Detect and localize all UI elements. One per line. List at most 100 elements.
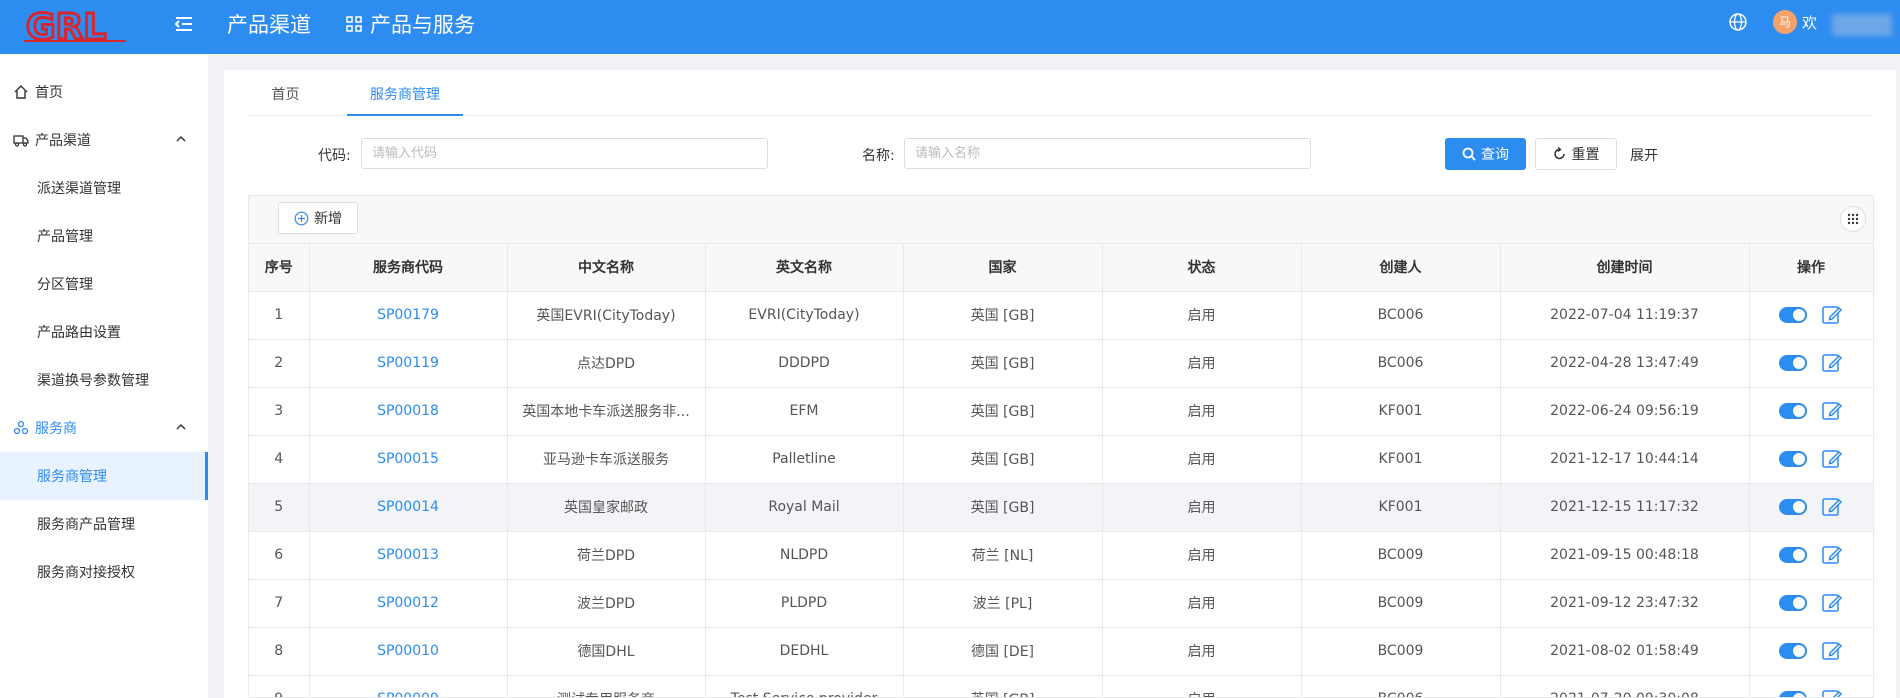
edit-icon[interactable]: [1821, 496, 1843, 518]
cell-code[interactable]: SP00015: [309, 435, 508, 484]
table-row[interactable]: 9SP00009测试专用服务商Test Service provider英国 […: [249, 675, 1873, 698]
status-toggle[interactable]: [1779, 451, 1807, 467]
cell-country: 荷兰 [NL]: [903, 531, 1103, 580]
cell-creator: BC006: [1301, 675, 1501, 697]
sidebar-item-home[interactable]: 首页: [0, 68, 208, 116]
top-nav-products-services[interactable]: 产品与服务: [346, 9, 475, 39]
sidebar-item-channel-number-params[interactable]: 渠道换号参数管理: [0, 356, 208, 404]
sidebar-item-zone-management[interactable]: 分区管理: [0, 260, 208, 308]
table-row[interactable]: 4 SP00015 亚马逊卡车派送服务 Palletline 英国 [GB] 启用 KF00…: [249, 435, 1873, 484]
cell-code[interactable]: SP00012: [309, 579, 508, 628]
cell-english-name: Palletline: [705, 435, 904, 484]
language-globe-icon[interactable]: [1728, 12, 1748, 32]
cell-created-time: 2021-09-12 23:47:32: [1500, 579, 1750, 628]
status-toggle[interactable]: [1779, 547, 1807, 563]
cell-created-time: 2021-08-02 01:58:49: [1500, 627, 1750, 676]
table-row[interactable]: 5 SP00014 英国皇家邮政 Royal Mail 英国 [GB] 启用 KF001 20…: [249, 483, 1873, 532]
status-toggle[interactable]: [1779, 499, 1807, 515]
sidebar: 首页 产品渠道 派送渠道管理 产品管理 分区管理 产品路由设置 渠道换号参数管理…: [0, 54, 208, 698]
cell-code[interactable]: SP00018: [309, 387, 508, 436]
cell-index: 9: [249, 675, 310, 697]
user-avatar[interactable]: 马: [1773, 10, 1797, 34]
sidebar-item-delivery-channel[interactable]: 派送渠道管理: [0, 164, 208, 212]
search-icon: [1462, 147, 1476, 161]
table-row[interactable]: 2 SP00119 点达DPD DDDPD 英国 [GB] 启用 BC006 2022-04-…: [249, 339, 1873, 388]
sidebar-item-label: 分区管理: [37, 277, 93, 293]
name-input[interactable]: [904, 138, 1311, 169]
status-toggle[interactable]: [1779, 643, 1807, 659]
edit-icon[interactable]: [1821, 544, 1843, 566]
sidebar-item-service-provider-products[interactable]: 服务商产品管理: [0, 500, 208, 548]
top-nav-product-channel[interactable]: 产品渠道: [227, 9, 311, 39]
sidebar-item-service-provider-authorization[interactable]: 服务商对接授权: [0, 548, 208, 596]
edit-icon[interactable]: [1821, 688, 1843, 698]
table-row[interactable]: 1 SP00179 英国EVRI(CityToday) EVRI(CityToday)…: [249, 291, 1873, 340]
status-toggle[interactable]: [1779, 691, 1807, 697]
cell-chinese-name: 荷兰DPD: [507, 531, 706, 580]
cell-english-name: EFM: [705, 387, 904, 436]
tab-home[interactable]: 首页: [248, 82, 323, 116]
sidebar-item-product-routing[interactable]: 产品路由设置: [0, 308, 208, 356]
cell-status: 启用: [1102, 675, 1302, 697]
tab-service-provider-management[interactable]: 服务商管理: [347, 82, 463, 116]
menu-collapse-icon[interactable]: [173, 13, 195, 35]
cell-country: 英国 [GB]: [903, 435, 1103, 484]
cell-code[interactable]: SP00009: [309, 675, 508, 697]
cell-created-time: 2022-06-24 09:56:19: [1500, 387, 1750, 436]
page-tabs: 首页 服务商管理: [248, 82, 1872, 116]
edit-icon[interactable]: [1821, 304, 1843, 326]
table-row[interactable]: 8 SP00010 德国DHL DEDHL 德国 [DE] 启用 BC009 2021-08-…: [249, 627, 1873, 676]
reset-button[interactable]: 重置: [1535, 138, 1617, 170]
cell-created-time: 2021-07-20 09:30:08: [1500, 675, 1750, 697]
plus-circle-icon: [294, 211, 309, 225]
table-row[interactable]: 7 SP00012 波兰DPD PLDPD 波兰 [PL] 启用 BC009 2021-09-…: [249, 579, 1873, 628]
status-toggle[interactable]: [1779, 355, 1807, 371]
cell-code[interactable]: SP00179: [309, 291, 508, 340]
edit-icon[interactable]: [1821, 400, 1843, 422]
welcome-text[interactable]: 欢: [1802, 12, 1817, 33]
sidebar-item-product-management[interactable]: 产品管理: [0, 212, 208, 260]
refresh-icon: [1553, 147, 1565, 160]
cell-status: 启用: [1102, 387, 1302, 436]
name-label: 名称:: [862, 148, 895, 164]
edit-icon[interactable]: [1821, 448, 1843, 470]
query-button[interactable]: 查询: [1445, 138, 1526, 170]
cell-code[interactable]: SP00010: [309, 627, 508, 676]
column-settings-button[interactable]: [1840, 206, 1866, 232]
cell-status: 启用: [1102, 531, 1302, 580]
sidebar-group-product-channel[interactable]: 产品渠道: [0, 116, 208, 164]
query-button-label: 查询: [1481, 147, 1509, 163]
cell-country: 英国 [GB]: [903, 291, 1103, 340]
status-toggle[interactable]: [1779, 307, 1807, 323]
cell-code[interactable]: SP00013: [309, 531, 508, 580]
edit-icon[interactable]: [1821, 640, 1843, 662]
edit-icon[interactable]: [1821, 592, 1843, 614]
col-header-creator: 创建人: [1301, 244, 1501, 292]
add-button[interactable]: 新增: [278, 202, 358, 234]
chevron-up-icon: [176, 423, 186, 430]
cell-chinese-name: 亚马逊卡车派送服务: [507, 435, 706, 484]
sidebar-item-label: 服务商对接授权: [37, 565, 135, 581]
edit-icon[interactable]: [1821, 352, 1843, 374]
code-input[interactable]: [361, 138, 768, 169]
expand-link[interactable]: 展开: [1630, 145, 1658, 165]
table-toolbar: 新增: [249, 196, 1873, 244]
cell-status: 启用: [1102, 627, 1302, 676]
col-header-country: 国家: [903, 244, 1103, 292]
cell-chinese-name: 波兰DPD: [507, 579, 706, 628]
status-toggle[interactable]: [1779, 403, 1807, 419]
cell-actions: [1749, 291, 1873, 340]
table-row[interactable]: 3 SP00018 英国本地卡车派送服务非... EFM 英国 [GB] 启用 KF001 2…: [249, 387, 1873, 436]
sidebar-item-label: 服务商产品管理: [37, 517, 135, 533]
sidebar-group-service-provider[interactable]: 服务商: [0, 404, 208, 452]
cell-code[interactable]: SP00119: [309, 339, 508, 388]
cell-status: 启用: [1102, 435, 1302, 484]
company-logo[interactable]: GRL: [22, 3, 130, 47]
sidebar-item-service-provider-management[interactable]: 服务商管理: [0, 452, 208, 500]
sidebar-item-label: 派送渠道管理: [37, 181, 121, 197]
cell-index: 6: [249, 531, 310, 580]
cell-code[interactable]: SP00014: [309, 483, 508, 532]
cell-creator: BC009: [1301, 579, 1501, 628]
status-toggle[interactable]: [1779, 595, 1807, 611]
table-row[interactable]: 6 SP00013 荷兰DPD NLDPD 荷兰 [NL] 启用 BC009 2021-09-…: [249, 531, 1873, 580]
